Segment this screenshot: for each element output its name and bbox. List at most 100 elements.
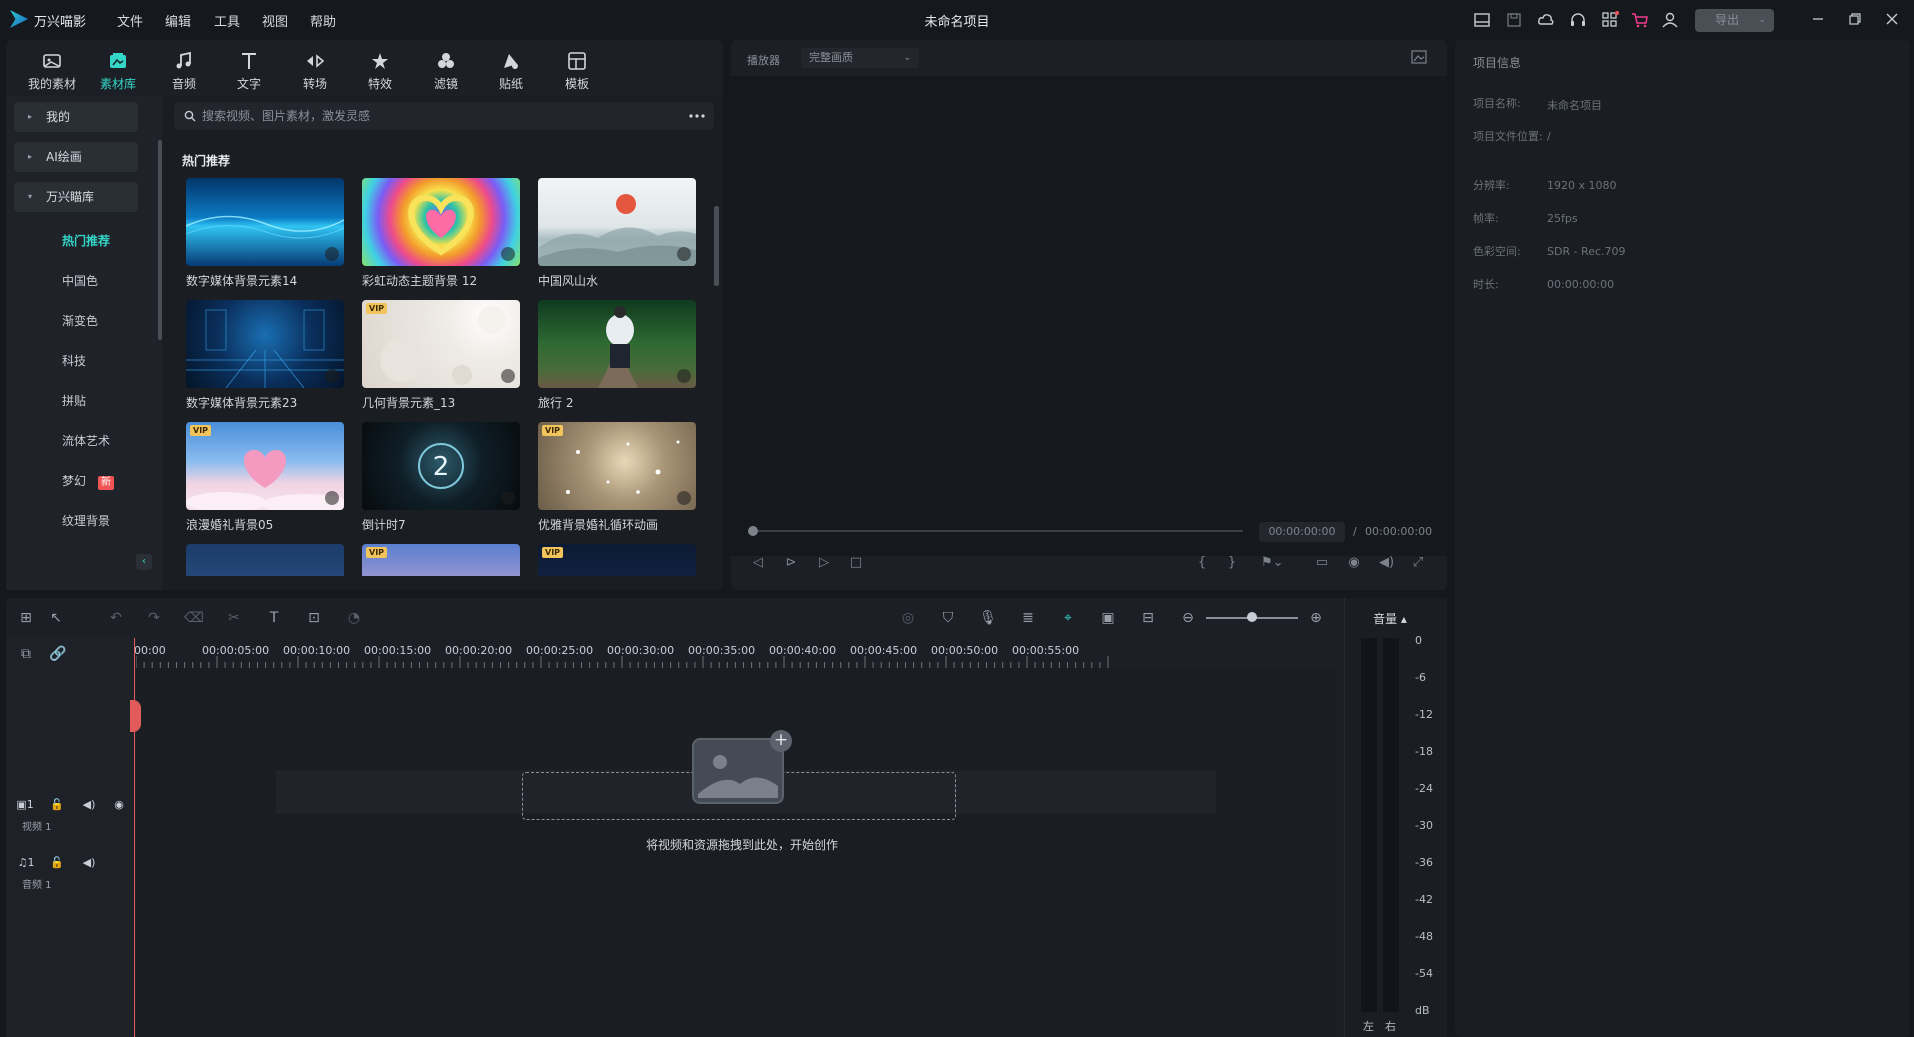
text-tool-icon[interactable]: T [264, 608, 284, 628]
zoom-out-icon[interactable]: ⊖ [1178, 608, 1198, 628]
sidebar-item-texture[interactable]: 纹理背景 [62, 512, 110, 529]
minimize-icon[interactable] [1809, 10, 1827, 28]
speed-icon[interactable]: ◎ [898, 608, 918, 628]
sidebar-group-wondershare-library[interactable]: ▾ 万兴瞄库 [14, 182, 138, 212]
sidebar-group-ai-painting[interactable]: ▸ AI绘画 [14, 142, 138, 172]
media-card[interactable]: VIP 几何背景元素_13 [362, 300, 520, 411]
step-back-icon[interactable]: ⊳ [784, 556, 798, 570]
progress-knob[interactable] [748, 526, 758, 536]
tab-my-media[interactable]: 我的素材 [22, 50, 82, 92]
add-track-icon[interactable]: ⧉ [16, 644, 36, 664]
media-card[interactable]: 旅行 2 [538, 300, 696, 411]
media-card[interactable]: 中国风山水 [538, 178, 696, 289]
media-card[interactable]: VIP [538, 544, 696, 576]
playhead-handle[interactable] [130, 700, 141, 732]
restore-icon[interactable] [1846, 10, 1864, 28]
link-icon[interactable]: 🔗 [48, 644, 68, 664]
tab-sticker[interactable]: 贴纸 [481, 50, 541, 92]
split-icon[interactable]: ✂ [224, 608, 244, 628]
prev-frame-icon[interactable]: ◁ [751, 556, 765, 570]
collapse-sidebar-button[interactable]: ‹ [136, 554, 152, 570]
lock-icon[interactable]: 🔓 [50, 798, 64, 812]
track-area[interactable]: + 将视频和资源拖拽到此处，开始创作 [136, 668, 1336, 1037]
redo-icon[interactable]: ↷ [144, 608, 164, 628]
delete-icon[interactable]: ⌫ [184, 608, 204, 628]
mute-icon[interactable]: ◀) [82, 798, 96, 812]
media-card[interactable]: 数字媒体背景元素23 [186, 300, 344, 411]
export-button[interactable]: 导出 ⌄ [1695, 9, 1774, 32]
more-icon[interactable] [689, 114, 705, 118]
magnet-snap-icon[interactable]: ⌖ [1058, 608, 1078, 628]
sidebar-item-gradient[interactable]: 渐变色 [62, 312, 98, 329]
media-card[interactable]: 数字媒体背景元素14 [186, 178, 344, 289]
select-tool-icon[interactable]: ↖ [46, 608, 66, 628]
sidebar-item-hot[interactable]: 热门推荐 [62, 232, 110, 249]
mark-out-icon[interactable]: } [1225, 556, 1239, 570]
zoom-in-icon[interactable]: ⊕ [1306, 608, 1326, 628]
quality-select[interactable]: 完整画质 ⌄ [801, 48, 919, 68]
user-icon[interactable] [1661, 11, 1679, 29]
camera-icon[interactable]: ◉ [1347, 556, 1361, 570]
download-icon[interactable] [677, 247, 691, 261]
headset-icon[interactable] [1569, 11, 1587, 29]
menu-edit[interactable]: 编辑 [165, 11, 191, 30]
menu-help[interactable]: 帮助 [310, 11, 336, 30]
playhead[interactable] [134, 638, 135, 1037]
menu-tools[interactable]: 工具 [214, 11, 240, 30]
color-icon[interactable]: ◔ [344, 608, 364, 628]
tab-effects[interactable]: 特效 [350, 50, 410, 92]
undo-icon[interactable]: ↶ [106, 608, 126, 628]
display-icon[interactable]: ▭ [1315, 556, 1329, 570]
sidebar-scrollbar[interactable] [158, 140, 162, 340]
mute-icon[interactable]: ◀) [82, 856, 96, 870]
media-card[interactable]: VIP 浪漫婚礼背景05 [186, 422, 344, 533]
fullscreen-icon[interactable]: ⤢ [1411, 556, 1425, 570]
library-scrollbar[interactable] [714, 206, 719, 286]
tab-filter[interactable]: 滤镜 [416, 50, 476, 92]
volume-icon[interactable]: ◀) [1379, 556, 1394, 570]
layout-icon[interactable] [1473, 11, 1491, 29]
marker-icon[interactable]: ⛉ [938, 608, 958, 628]
media-card[interactable]: 彩虹动态主题背景 12 [362, 178, 520, 289]
tab-text[interactable]: 文字 [219, 50, 279, 92]
close-icon[interactable] [1883, 10, 1901, 28]
media-card[interactable]: VIP 优雅背景婚礼循环动画 [538, 422, 696, 533]
time-ruler[interactable]: 00:00 00:00:05:00 00:00:10:00 00:00:15:0… [134, 638, 1336, 668]
download-icon[interactable] [677, 491, 691, 505]
download-icon[interactable] [677, 369, 691, 383]
download-icon[interactable] [325, 369, 339, 383]
download-icon[interactable] [325, 491, 339, 505]
auto-ripple-icon[interactable]: ▣ [1098, 608, 1118, 628]
tab-transition[interactable]: 转场 [285, 50, 345, 92]
tab-audio[interactable]: 音频 [154, 50, 214, 92]
tab-template[interactable]: 模板 [547, 50, 607, 92]
play-icon[interactable]: ▷ [817, 556, 831, 570]
volume-label[interactable]: 音量 ▴ [1345, 610, 1435, 627]
save-icon[interactable] [1505, 11, 1523, 29]
menu-file[interactable]: 文件 [117, 11, 143, 30]
download-icon[interactable] [501, 247, 515, 261]
crop-icon[interactable]: ⊡ [304, 608, 324, 628]
sidebar-item-dreamy[interactable]: 梦幻新 [62, 472, 115, 490]
apps-icon[interactable] [1601, 11, 1619, 29]
audio-mixer-icon[interactable]: ≣ [1018, 608, 1038, 628]
search-input[interactable] [202, 102, 662, 130]
media-card[interactable] [186, 544, 344, 576]
menu-view[interactable]: 视图 [262, 11, 288, 30]
microphone-icon[interactable]: 🎙 [978, 608, 998, 628]
download-icon[interactable] [501, 369, 515, 383]
stop-icon[interactable]: □ [849, 556, 863, 570]
snapshot-view-icon[interactable] [1411, 50, 1427, 64]
add-media-icon[interactable]: + [770, 730, 792, 752]
sidebar-item-fluid-art[interactable]: 流体艺术 [62, 432, 110, 449]
tab-library[interactable]: 素材库 [88, 50, 148, 92]
zoom-slider-knob[interactable] [1247, 612, 1257, 622]
sidebar-item-tech[interactable]: 科技 [62, 352, 86, 369]
eye-icon[interactable]: ◉ [112, 798, 126, 812]
download-icon[interactable] [501, 491, 515, 505]
media-card[interactable]: 2 倒计时7 [362, 422, 520, 533]
sidebar-item-chinese-color[interactable]: 中国色 [62, 272, 98, 289]
preview-screen[interactable] [731, 76, 1447, 556]
playback-progress[interactable] [748, 526, 1243, 536]
layout-grid-icon[interactable]: ⊞ [16, 608, 36, 628]
